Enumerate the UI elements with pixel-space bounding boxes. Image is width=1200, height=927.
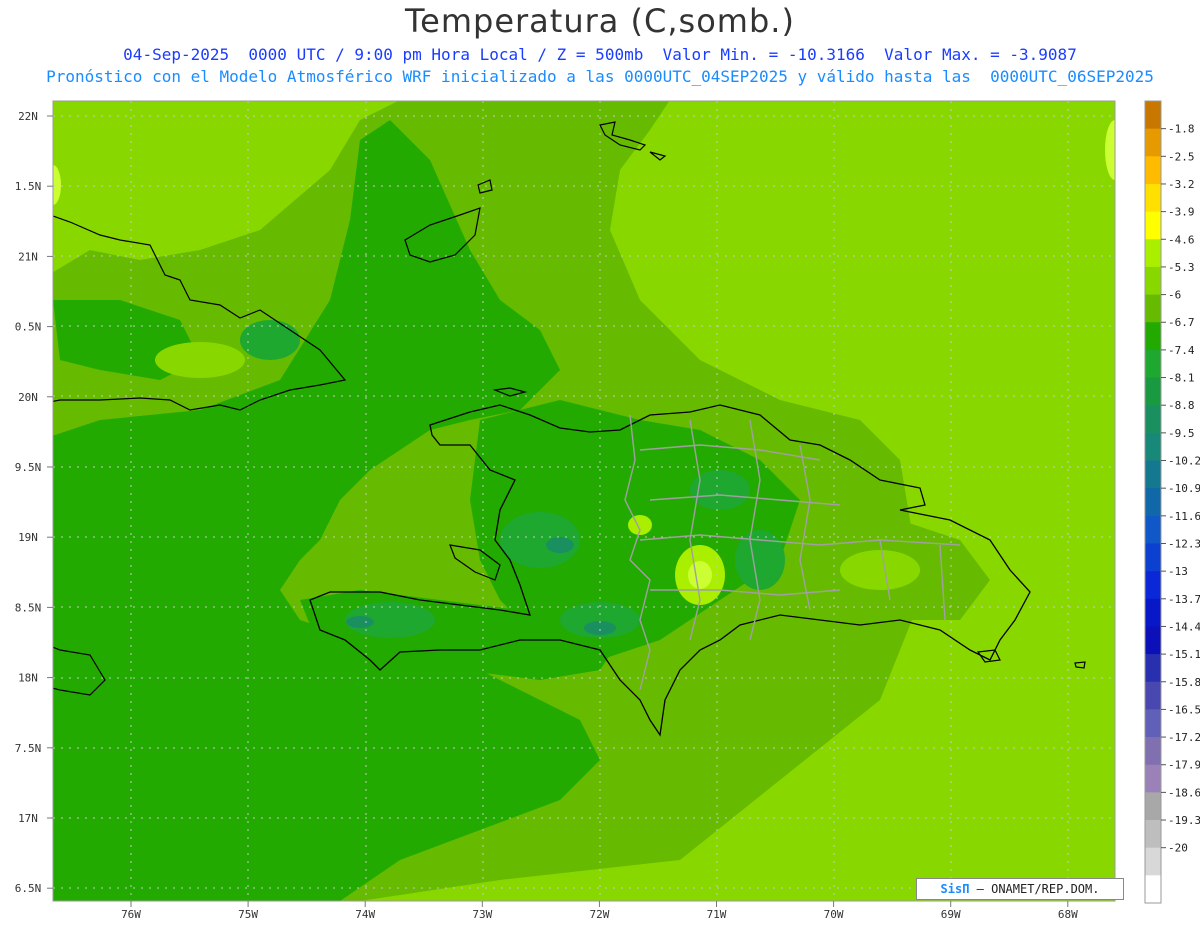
legend-label: -7.4 bbox=[1168, 344, 1195, 357]
lat-label: 6.5N bbox=[15, 882, 42, 895]
legend-swatch bbox=[1145, 875, 1161, 904]
legend-swatch bbox=[1145, 792, 1161, 821]
lat-label: 17N bbox=[18, 812, 38, 825]
legend-label: -13 bbox=[1168, 565, 1188, 578]
legend-swatch bbox=[1145, 820, 1161, 849]
lon-label: 70W bbox=[824, 908, 844, 921]
legend-label: -20 bbox=[1168, 842, 1188, 855]
legend-label: -11.6 bbox=[1168, 510, 1200, 523]
legend-label: -17.2 bbox=[1168, 731, 1200, 744]
lat-label: 20N bbox=[18, 391, 38, 404]
lon-label: 74W bbox=[355, 908, 375, 921]
legend-swatch bbox=[1145, 764, 1161, 793]
legend-label: -15.1 bbox=[1168, 648, 1200, 661]
lon-label: 72W bbox=[589, 908, 609, 921]
legend-label: -10.9 bbox=[1168, 482, 1200, 495]
lat-label: 18N bbox=[18, 672, 38, 685]
legend-label: -5.3 bbox=[1168, 261, 1195, 274]
legend-label: -15.8 bbox=[1168, 676, 1200, 689]
legend-label: -3.9 bbox=[1168, 206, 1195, 219]
map-page: Temperatura (C,somb.) 04-Sep-2025 0000 U… bbox=[0, 0, 1200, 927]
legend-swatch bbox=[1145, 101, 1161, 130]
legend-swatch bbox=[1145, 128, 1161, 157]
lat-label: 19N bbox=[18, 531, 38, 544]
lon-label: 76W bbox=[121, 908, 141, 921]
legend-swatch bbox=[1145, 432, 1161, 462]
lat-label: 1.5N bbox=[15, 180, 42, 193]
lon-label: 69W bbox=[941, 908, 961, 921]
credit-org: – ONAMET/REP.DOM. bbox=[969, 882, 1100, 896]
temperature-map: 22N 1.5N 21N 0.5N 20N 9.5N 19N 8.5N 18N 7.5N 17N 6.… bbox=[15, 100, 1200, 921]
legend-label: -8.1 bbox=[1168, 372, 1195, 385]
legend-label: -10.2 bbox=[1168, 455, 1200, 468]
legend-swatch bbox=[1145, 515, 1161, 544]
longitude-axis: 76W 75W 74W 73W 72W 71W 70W 69W 68W bbox=[121, 901, 1078, 921]
legend-swatch bbox=[1145, 681, 1161, 710]
legend-swatch bbox=[1145, 543, 1161, 572]
lat-label: 0.5N bbox=[15, 321, 42, 334]
lat-label: 21N bbox=[18, 250, 38, 263]
legend-swatch bbox=[1145, 156, 1161, 185]
legend-swatch bbox=[1145, 654, 1161, 683]
legend-label: -14.4 bbox=[1168, 620, 1200, 633]
legend-swatch bbox=[1145, 322, 1161, 351]
lat-label: 7.5N bbox=[15, 742, 42, 755]
legend-swatch bbox=[1145, 571, 1161, 600]
legend-swatch bbox=[1145, 266, 1161, 296]
color-legend: -1.8 -2.5 -3.2 -3.9 -4.6 -5.3 -6 -6.7 -7.4 -8.1 -8… bbox=[1144, 100, 1200, 904]
shaded-field bbox=[53, 101, 1115, 901]
legend-label: -16.5 bbox=[1168, 703, 1200, 716]
legend-label: -6 bbox=[1168, 289, 1181, 302]
legend-swatch bbox=[1145, 460, 1161, 489]
latitude-axis: 22N 1.5N 21N 0.5N 20N 9.5N 19N 8.5N 18N 7.5N 17N 6.… bbox=[15, 110, 53, 895]
sispi-logo-text: SisΠ bbox=[940, 882, 970, 896]
lat-label: 9.5N bbox=[15, 461, 42, 474]
legend-label: -4.6 bbox=[1168, 233, 1195, 246]
lon-label: 73W bbox=[472, 908, 492, 921]
legend-label: -2.5 bbox=[1168, 150, 1195, 163]
legend-label: -8.8 bbox=[1168, 399, 1195, 412]
legend-swatch bbox=[1145, 211, 1161, 240]
lon-label: 71W bbox=[707, 908, 727, 921]
legend-label: -6.7 bbox=[1168, 316, 1195, 329]
lon-label: 68W bbox=[1058, 908, 1078, 921]
legend-swatch bbox=[1145, 239, 1161, 268]
credit-box: SisΠ – ONAMET/REP.DOM. bbox=[916, 878, 1124, 900]
legend-swatch bbox=[1145, 349, 1161, 379]
legend-swatch bbox=[1145, 294, 1161, 323]
legend-label: -18.6 bbox=[1168, 786, 1200, 799]
legend-swatch bbox=[1145, 709, 1161, 738]
lon-label: 75W bbox=[238, 908, 258, 921]
lat-label: 22N bbox=[18, 110, 38, 123]
legend-label: -17.9 bbox=[1168, 759, 1200, 772]
legend-label: -3.2 bbox=[1168, 178, 1195, 191]
lat-label: 8.5N bbox=[15, 601, 42, 614]
legend-swatch bbox=[1145, 737, 1161, 766]
legend-swatch bbox=[1145, 377, 1161, 406]
legend-swatch bbox=[1145, 405, 1161, 434]
legend-label: -12.3 bbox=[1168, 537, 1200, 550]
legend-label: -19.3 bbox=[1168, 814, 1200, 827]
legend-swatch bbox=[1145, 847, 1161, 876]
legend-label: -1.8 bbox=[1168, 123, 1195, 136]
legend-label: -13.7 bbox=[1168, 593, 1200, 606]
legend-swatch bbox=[1145, 626, 1161, 655]
legend-swatch bbox=[1145, 183, 1161, 213]
legend-swatch bbox=[1145, 598, 1161, 627]
legend-label: -9.5 bbox=[1168, 427, 1195, 440]
legend-swatch bbox=[1145, 488, 1161, 517]
